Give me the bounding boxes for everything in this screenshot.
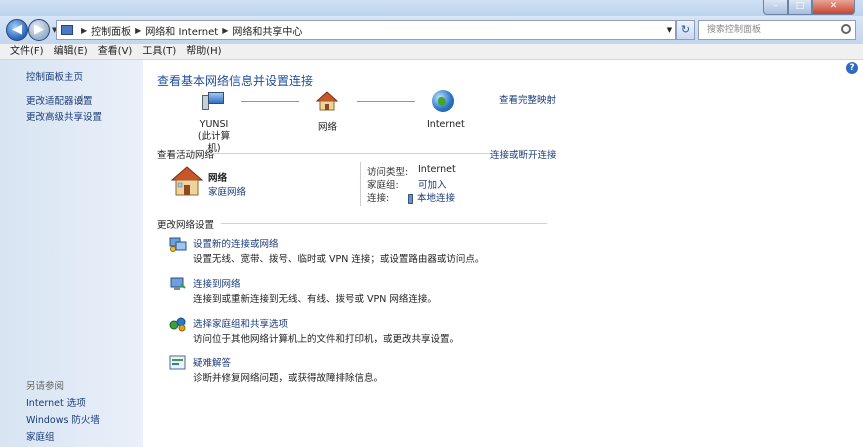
menu-file[interactable]: 文件(F) <box>10 44 44 59</box>
search-icon[interactable] <box>841 24 851 34</box>
breadcrumb-separator-icon[interactable]: ▶ <box>222 26 228 35</box>
homegroup-sharing-icon <box>169 317 186 332</box>
forward-button[interactable]: ▶ <box>28 19 50 41</box>
house-network-icon[interactable] <box>316 91 338 111</box>
access-type-value: Internet <box>418 164 456 175</box>
control-panel-icon <box>61 25 73 35</box>
see-also-heading: 另请参阅 <box>26 381 65 392</box>
breadcrumb-separator-icon[interactable]: ▶ <box>135 26 141 35</box>
address-field[interactable]: ▶ 控制面板 ▶ 网络和 Internet ▶ 网络和共享中心 <box>56 20 667 40</box>
network-type-link[interactable]: 家庭网络 <box>208 184 246 198</box>
breadcrumb-separator-icon[interactable]: ▶ <box>81 26 87 35</box>
address-toolbar: ◀ ▶ ▼ ▶ 控制面板 ▶ 网络和 Internet ▶ 网络和共享中心 ▼ … <box>0 16 863 44</box>
task-connect-network-desc: 连接到或重新连接到无线、有线、拨号或 VPN 网络连接。 <box>193 294 437 305</box>
task-homegroup-sharing-desc: 访问位于其他网络计算机上的文件和打印机，或更改共享设置。 <box>193 334 460 345</box>
address-dropdown-button[interactable]: ▼ <box>664 20 676 40</box>
task-homegroup-sharing-link[interactable]: 选择家庭组和共享选项 <box>193 316 288 330</box>
refresh-button[interactable]: ↻ <box>676 20 695 40</box>
task-troubleshoot-link[interactable]: 疑难解答 <box>193 355 231 369</box>
connection-line <box>357 101 415 102</box>
connections-label: 连接: <box>367 193 390 204</box>
connect-disconnect-link[interactable]: 连接或断开连接 <box>490 147 557 161</box>
sidebar-link-control-panel-home[interactable]: 控制面板主页 <box>26 69 83 83</box>
vertical-divider <box>360 162 361 206</box>
homegroup-label: 家庭组: <box>367 180 399 191</box>
search-input[interactable]: 搜索控制面板 <box>698 20 856 40</box>
computer-icon[interactable] <box>202 92 224 110</box>
change-settings-heading: 更改网络设置 <box>157 220 215 231</box>
back-button[interactable]: ◀ <box>6 19 28 41</box>
minimize-button[interactable]: – <box>763 0 788 15</box>
breadcrumb-control-panel[interactable]: 控制面板 <box>91 23 131 38</box>
task-connect-network-link[interactable]: 连接到网络 <box>193 276 241 290</box>
active-networks-heading: 查看活动网络 <box>157 150 215 161</box>
task-troubleshoot-desc: 诊断并修复网络问题，或获得故障排除信息。 <box>193 373 384 384</box>
hand-cursor-icon: ☝ <box>76 93 84 108</box>
view-full-map-link[interactable]: 查看完整映射 <box>499 92 556 106</box>
task-setup-connection-link[interactable]: 设置新的连接或网络 <box>193 236 279 250</box>
computer-name: YUNSI <box>199 119 229 130</box>
node-network-label: 网络 <box>318 122 338 133</box>
access-type-label: 访问类型: <box>367 167 409 178</box>
active-network-name: 网络 <box>208 173 228 184</box>
menu-help[interactable]: 帮助(H) <box>186 44 221 59</box>
page-title: 查看基本网络信息并设置连接 <box>157 74 314 88</box>
sidebar-link-windows-firewall[interactable]: Windows 防火墙 <box>26 412 100 426</box>
maximize-button[interactable]: □ <box>788 0 812 15</box>
sidebar: 控制面板主页 更改适配器设置 更改高级共享设置 另请参阅 Internet 选项… <box>0 60 143 447</box>
close-button[interactable]: ✕ <box>812 0 855 15</box>
node-internet-label: Internet <box>427 119 465 130</box>
sidebar-link-advanced-sharing[interactable]: 更改高级共享设置 <box>26 109 102 123</box>
help-icon[interactable]: ? <box>846 62 858 74</box>
window-controls: – □ ✕ <box>763 0 855 15</box>
new-connection-icon <box>169 237 187 252</box>
homegroup-join-link[interactable]: 可加入 <box>418 177 447 191</box>
breadcrumb-network-internet[interactable]: 网络和 Internet <box>145 23 218 38</box>
connection-line <box>241 101 299 102</box>
menu-bar: 文件(F) 编辑(E) 查看(V) 工具(T) 帮助(H) <box>0 44 863 60</box>
ethernet-plug-icon <box>408 193 413 204</box>
menu-edit[interactable]: 编辑(E) <box>54 44 88 59</box>
search-placeholder: 搜索控制面板 <box>707 25 762 35</box>
local-connection-link[interactable]: 本地连接 <box>408 190 455 204</box>
troubleshoot-icon <box>169 355 186 370</box>
section-divider <box>221 223 547 224</box>
internet-globe-icon[interactable] <box>432 90 454 112</box>
sidebar-link-internet-options[interactable]: Internet 选项 <box>26 395 86 409</box>
local-connection-label[interactable]: 本地连接 <box>417 193 455 204</box>
menu-tools[interactable]: 工具(T) <box>142 44 176 59</box>
menu-view[interactable]: 查看(V) <box>98 44 133 59</box>
sidebar-link-homegroup[interactable]: 家庭组 <box>26 429 55 443</box>
home-network-icon <box>171 166 203 196</box>
section-divider <box>207 153 492 154</box>
breadcrumb-network-sharing-center[interactable]: 网络和共享中心 <box>232 23 302 38</box>
connect-network-icon <box>170 277 186 290</box>
title-bar: – □ ✕ <box>0 0 863 16</box>
task-setup-connection-desc: 设置无线、宽带、拨号、临时或 VPN 连接；或设置路由器或访问点。 <box>193 254 485 265</box>
